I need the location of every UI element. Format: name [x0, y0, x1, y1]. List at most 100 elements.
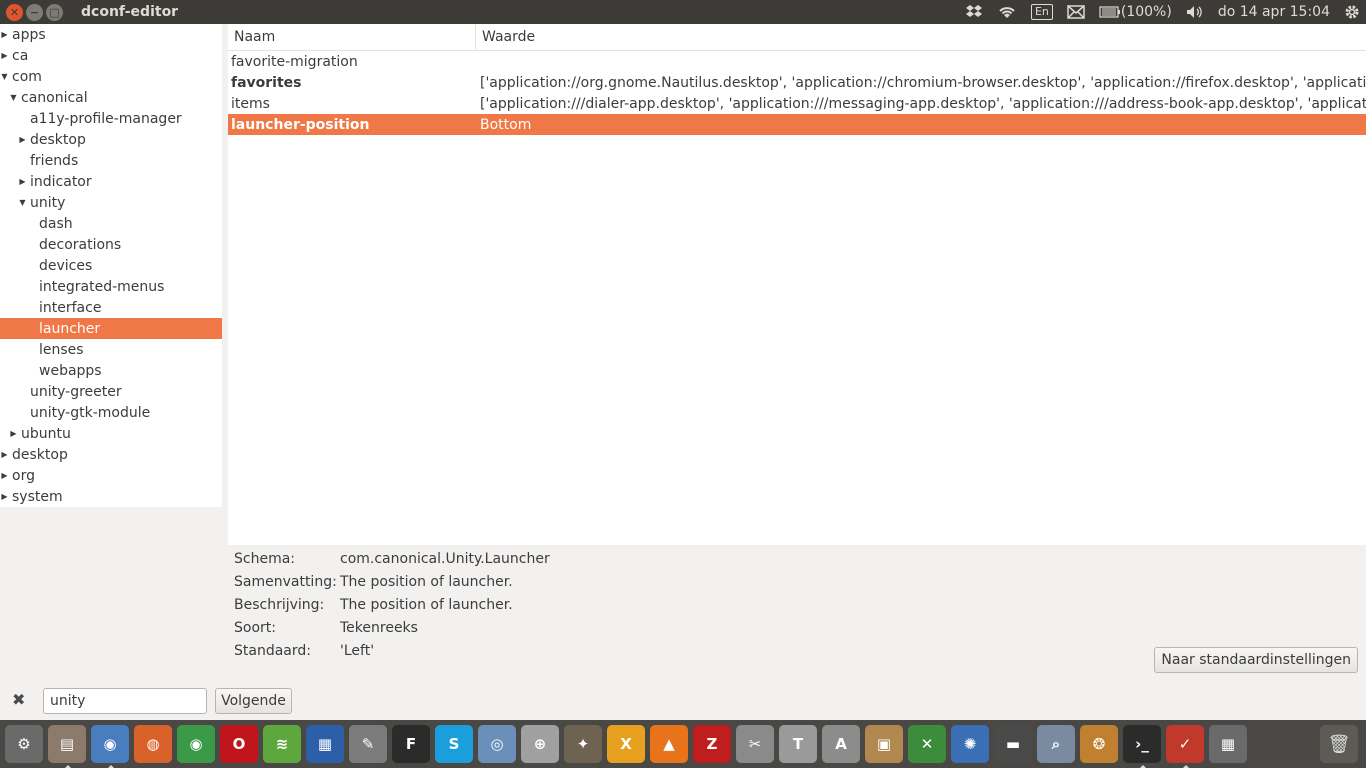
tree-item-webapps[interactable]: webapps	[0, 360, 222, 381]
close-icon[interactable]: ✕	[6, 3, 23, 21]
detail-description-value: The position of launcher.	[340, 597, 513, 613]
detail-type-label: Soort:	[234, 620, 276, 636]
expand-arrow-icon[interactable]: ▶	[9, 429, 18, 438]
pencil-icon[interactable]: ✕	[908, 725, 946, 763]
column-header-value[interactable]: Waarde	[476, 24, 535, 51]
clapper-icon[interactable]: ▬	[994, 725, 1032, 763]
chromium-icon[interactable]: ◉	[91, 725, 129, 768]
firefox-icon[interactable]: ◍	[134, 725, 172, 763]
tree-item-lenses[interactable]: lenses	[0, 339, 222, 360]
key-row-items[interactable]: items ['application:///dialer-app.desktop…	[228, 93, 1366, 114]
tree-item-decorations[interactable]: decorations	[0, 234, 222, 255]
tree-item-label: dash	[39, 215, 73, 232]
tree-item-ubuntu[interactable]: ▶ ubuntu	[0, 423, 222, 444]
tree-item-apps[interactable]: ▶ apps	[0, 24, 222, 45]
trash-icon[interactable]: 🗑	[1320, 725, 1358, 763]
tree-item-ca[interactable]: ▶ ca	[0, 45, 222, 66]
tree-item-com[interactable]: ▼ com	[0, 66, 222, 87]
mail-icon[interactable]	[1067, 5, 1085, 19]
text-editor-icon[interactable]: ✎	[349, 725, 387, 763]
tree-item-org[interactable]: ▶ org	[0, 465, 222, 486]
tree-item-system[interactable]: ▶ system	[0, 486, 222, 507]
magnifier-icon[interactable]: ⌕	[1037, 725, 1075, 763]
tree-item-launcher[interactable]: launcher	[0, 318, 222, 339]
system-settings-icon[interactable]: ⚙	[5, 725, 43, 763]
key-value[interactable]: ['application://org.gnome.Nautilus.deskt…	[477, 75, 1366, 91]
terminal-icon[interactable]: ›_	[1123, 725, 1161, 768]
session-gear-icon[interactable]	[1344, 4, 1360, 20]
expand-arrow-icon[interactable]: ▶	[0, 30, 9, 39]
dropbox-icon[interactable]	[965, 4, 983, 20]
collapse-arrow-icon[interactable]: ▼	[18, 198, 27, 207]
skype-icon[interactable]: S	[435, 725, 473, 763]
key-name: items	[231, 95, 270, 112]
workspaces-icon[interactable]: ▦	[1209, 725, 1247, 763]
key-name: favorites	[231, 74, 302, 91]
tree-item-label: indicator	[30, 173, 92, 190]
key-row-favorite-migration[interactable]: favorite-migration	[228, 51, 1366, 72]
reset-to-default-button[interactable]: Naar standaardinstellingen	[1154, 647, 1358, 673]
close-search-icon[interactable]: ✖	[12, 690, 25, 709]
column-header-name[interactable]: Naam	[228, 23, 476, 51]
collapse-arrow-icon[interactable]: ▼	[0, 72, 9, 81]
font-viewer-icon[interactable]: F	[392, 725, 430, 763]
tree-item-desktop[interactable]: ▶ desktop	[0, 444, 222, 465]
collapse-arrow-icon[interactable]: ▼	[9, 93, 18, 102]
clock[interactable]: do 14 apr 15:04	[1218, 4, 1330, 20]
vlc-icon[interactable]: ▲	[650, 725, 688, 763]
network-icon[interactable]: ◎	[478, 725, 516, 763]
tree-item-unity[interactable]: ▼ unity	[0, 192, 222, 213]
maximize-icon[interactable]: □	[46, 3, 63, 21]
opera-icon[interactable]: O	[220, 725, 258, 763]
keyboard-layout-indicator[interactable]: En	[1030, 4, 1053, 20]
schema-tree: ▶ apps ▶ ca ▼ com ▼ canonical a11y-profile-manag…	[0, 24, 222, 680]
tree-item-friends[interactable]: friends	[0, 150, 222, 171]
screenshot-icon[interactable]: ✂	[736, 725, 774, 763]
expand-arrow-icon[interactable]: ▶	[0, 51, 9, 60]
tree-item-label: decorations	[39, 236, 122, 253]
tree-item-desktop[interactable]: ▶ desktop	[0, 129, 222, 150]
tree-item-integrated-menus[interactable]: integrated-menus	[0, 276, 222, 297]
volume-icon[interactable]	[1186, 5, 1204, 19]
key-row-launcher-position[interactable]: launcher-position Bottom	[228, 114, 1366, 135]
tree-item-unity-greeter[interactable]: unity-greeter	[0, 381, 222, 402]
tree-item-interface[interactable]: interface	[0, 297, 222, 318]
tex-icon[interactable]: T	[779, 725, 817, 763]
detail-schema-value: com.canonical.Unity.Launcher	[340, 551, 550, 567]
key-rows: favorite-migration favorites ['application…	[228, 51, 1366, 135]
filezilla-icon[interactable]: Z	[693, 725, 731, 763]
expand-arrow-icon[interactable]: ▶	[18, 135, 27, 144]
tree-item-devices[interactable]: devices	[0, 255, 222, 276]
minimize-icon[interactable]: −	[26, 3, 43, 21]
wifi-icon[interactable]	[997, 4, 1017, 20]
tree-item-dash[interactable]: dash	[0, 213, 222, 234]
expand-arrow-icon[interactable]: ▶	[0, 471, 9, 480]
atom-icon[interactable]: ✺	[951, 725, 989, 763]
chrome-icon[interactable]: ◉	[177, 725, 215, 763]
checkmark-app-icon[interactable]: ✓	[1166, 725, 1204, 768]
detail-summary-value: The position of launcher.	[340, 574, 513, 590]
gimp-icon[interactable]: ✦	[564, 725, 602, 763]
tree-item-a11y-profile-manager[interactable]: a11y-profile-manager	[0, 108, 222, 129]
key-value[interactable]: ['application:///dialer-app.desktop', 'a…	[477, 96, 1366, 112]
expand-arrow-icon[interactable]: ▶	[0, 450, 9, 459]
tree-item-unity-gtk-module[interactable]: unity-gtk-module	[0, 402, 222, 423]
battery-indicator[interactable]: (100%)	[1099, 4, 1172, 20]
spotify-icon[interactable]: ≋	[263, 725, 301, 763]
search-input[interactable]	[43, 688, 207, 714]
aperture-icon[interactable]: ❂	[1080, 725, 1118, 763]
tree-list: ▶ apps ▶ ca ▼ com ▼ canonical a11y-profile-manag…	[0, 24, 222, 507]
tree-item-canonical[interactable]: ▼ canonical	[0, 87, 222, 108]
photos-icon[interactable]: ▣	[865, 725, 903, 763]
expand-arrow-icon[interactable]: ▶	[0, 492, 9, 501]
key-value[interactable]: Bottom	[477, 117, 1366, 133]
tree-item-indicator[interactable]: ▶ indicator	[0, 171, 222, 192]
expand-arrow-icon[interactable]: ▶	[18, 177, 27, 186]
next-button[interactable]: Volgende	[215, 688, 292, 714]
writer-icon[interactable]: ▦	[306, 725, 344, 763]
files-icon[interactable]: ▤	[48, 725, 86, 768]
software-center-icon[interactable]: ⊕	[521, 725, 559, 763]
key-row-favorites[interactable]: favorites ['application://org.gnome.Nauti…	[228, 72, 1366, 93]
ab-icon[interactable]: A	[822, 725, 860, 763]
xchat-icon[interactable]: X	[607, 725, 645, 763]
